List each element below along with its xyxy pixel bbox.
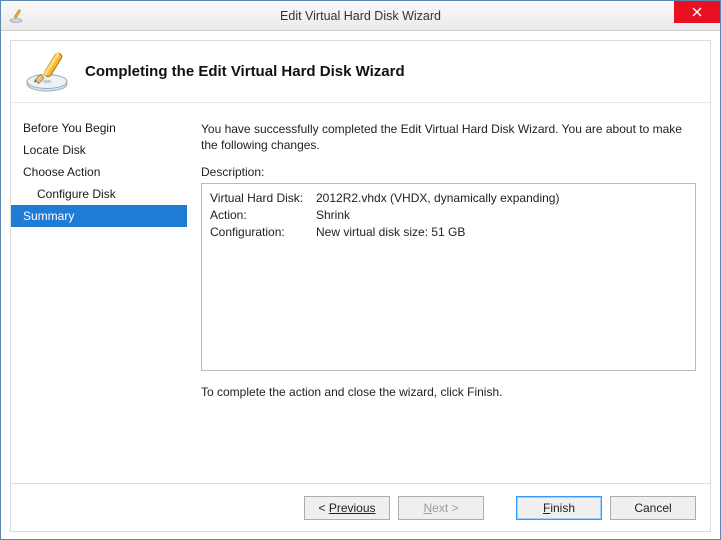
sidebar-step-before-you-begin[interactable]: Before You Begin (11, 117, 187, 139)
main-pane: You have successfully completed the Edit… (187, 103, 710, 483)
desc-row: Virtual Hard Disk:2012R2.vhdx (VHDX, dyn… (210, 190, 687, 207)
desc-row: Action:Shrink (210, 207, 687, 224)
finish-button[interactable]: Finish (516, 496, 602, 520)
desc-value: New virtual disk size: 51 GB (316, 224, 465, 241)
previous-button[interactable]: < Previous (304, 496, 390, 520)
desc-value: 2012R2.vhdx (VHDX, dynamically expanding… (316, 190, 559, 207)
window-title: Edit Virtual Hard Disk Wizard (1, 9, 720, 23)
sidebar-step-choose-action[interactable]: Choose Action (11, 161, 187, 183)
desc-key: Virtual Hard Disk: (210, 190, 316, 207)
cancel-button[interactable]: Cancel (610, 496, 696, 520)
desc-value: Shrink (316, 207, 350, 224)
close-icon (692, 7, 702, 17)
button-bar: < Previous Next > Finish Cancel (11, 483, 710, 531)
desc-key: Configuration: (210, 224, 316, 241)
description-label: Description: (201, 165, 696, 179)
sidebar-step-locate-disk[interactable]: Locate Disk (11, 139, 187, 161)
next-button: Next > (398, 496, 484, 520)
description-box: Virtual Hard Disk:2012R2.vhdx (VHDX, dyn… (201, 183, 696, 371)
titlebar: Edit Virtual Hard Disk Wizard (1, 1, 720, 31)
outer: Completing the Edit Virtual Hard Disk Wi… (1, 31, 720, 539)
wizard-header: Completing the Edit Virtual Hard Disk Wi… (11, 41, 710, 103)
intro-text: You have successfully completed the Edit… (201, 121, 696, 153)
sidebar-step-summary[interactable]: Summary (11, 205, 187, 227)
sidebar-steps: Before You BeginLocate DiskChoose Action… (11, 103, 187, 483)
close-button[interactable] (674, 1, 720, 23)
disk-pencil-icon (25, 50, 75, 94)
sidebar-step-configure-disk[interactable]: Configure Disk (11, 183, 187, 205)
wizard-frame: Completing the Edit Virtual Hard Disk Wi… (10, 40, 711, 532)
wizard-body: Before You BeginLocate DiskChoose Action… (11, 103, 710, 483)
app-icon (9, 8, 25, 24)
page-title: Completing the Edit Virtual Hard Disk Wi… (85, 63, 405, 80)
footer-hint: To complete the action and close the wiz… (201, 385, 696, 399)
desc-key: Action: (210, 207, 316, 224)
desc-row: Configuration:New virtual disk size: 51 … (210, 224, 687, 241)
